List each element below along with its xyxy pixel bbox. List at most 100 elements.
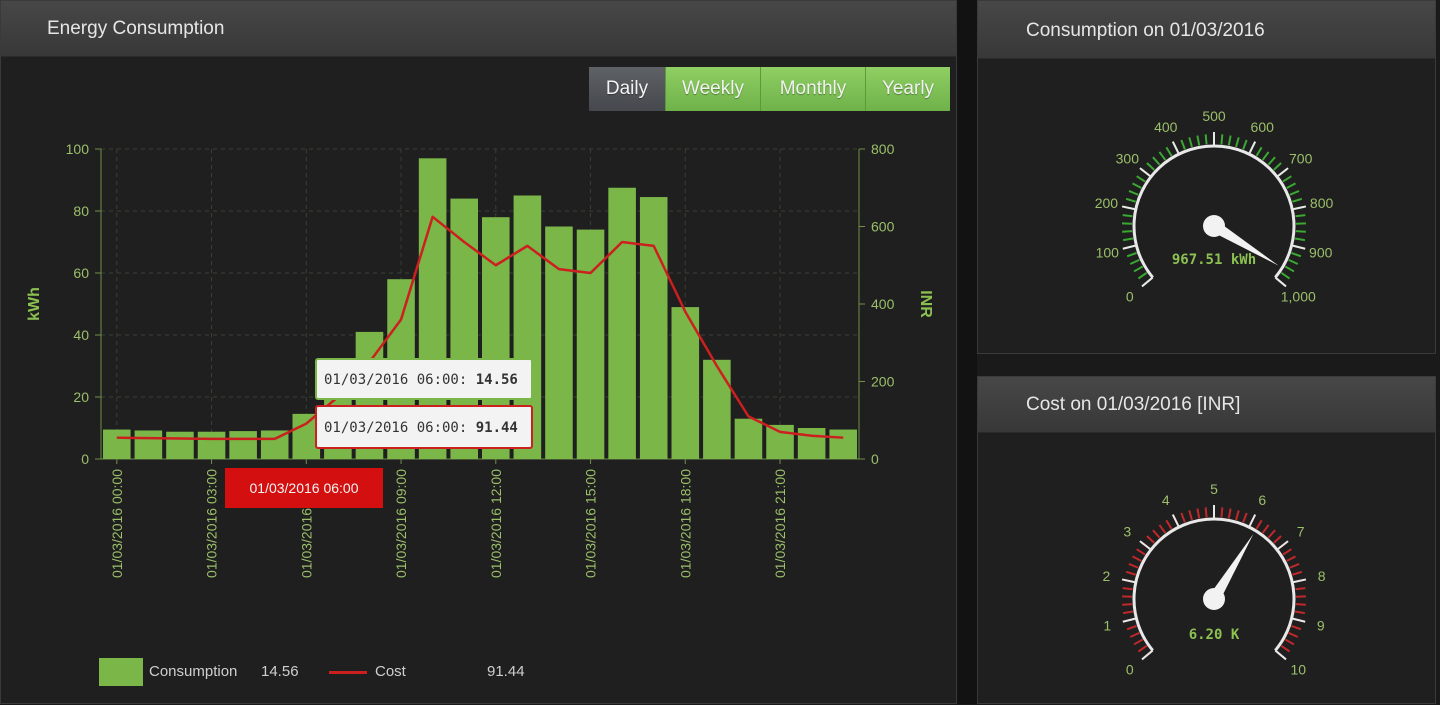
gauge-band-tick — [1256, 147, 1261, 156]
gauge-major-tick — [1140, 541, 1151, 550]
gauge-band-tick — [1189, 137, 1192, 147]
gauge-band-tick — [1206, 134, 1207, 144]
consumption-bar — [229, 431, 257, 459]
gauge-band-tick — [1287, 556, 1296, 561]
consumption-tooltip-text: 01/03/2016 06:00: 14.56 — [324, 372, 518, 388]
gauge-band-tick — [1153, 530, 1160, 537]
gauge-scale-label: 5 — [1210, 481, 1218, 497]
gauge-band-tick — [1295, 612, 1305, 614]
consumption-gauge: 01002003004005006007008009001,000967.51 … — [978, 1, 1437, 355]
gauge-band-tick — [1127, 626, 1136, 629]
gauge-scale-label: 6 — [1258, 492, 1266, 508]
consumption-bar — [829, 430, 857, 459]
gauge-band-tick — [1153, 157, 1160, 164]
gauge-scale-label: 0 — [1126, 662, 1134, 678]
tooltip-time: 01/03/2016 06:00: — [324, 372, 476, 388]
y-tick-label: 20 — [73, 389, 89, 405]
gauge-scale-label: 1 — [1103, 618, 1111, 634]
gauge-band-tick — [1127, 253, 1136, 256]
gauge-band-tick — [1189, 510, 1192, 520]
gauge-major-tick — [1142, 650, 1153, 659]
yearly-button[interactable]: Yearly — [865, 67, 950, 111]
gauge-band-tick — [1229, 509, 1231, 519]
cost-tooltip-text: 01/03/2016 06:00: 91.44 — [324, 420, 518, 436]
gauge-band-tick — [1274, 536, 1281, 543]
gauge-band-tick — [1137, 176, 1145, 181]
cost-gauge-panel: Cost on 01/03/2016 [INR] 0123456789106.2… — [977, 376, 1436, 704]
legend-cost-swatch[interactable] — [329, 671, 367, 674]
gauge-major-tick — [1275, 650, 1286, 659]
y-tick-label: 100 — [66, 141, 90, 157]
gauge-band-tick — [1263, 525, 1269, 533]
gauge-band-tick — [1291, 626, 1300, 629]
weekly-button[interactable]: Weekly — [665, 67, 760, 111]
daily-button[interactable]: Daily — [589, 67, 665, 111]
gauge-scale-label: 2 — [1103, 568, 1111, 584]
x-tick-label: 01/03/2016 12:00 — [488, 469, 504, 578]
gauge-major-tick — [1122, 206, 1136, 209]
x-tick-label: 01/03/2016 21:00 — [772, 469, 788, 578]
y2-tick-label: 200 — [871, 374, 895, 390]
gauge-scale-label: 200 — [1095, 195, 1119, 211]
gauge-band-tick — [1126, 572, 1136, 575]
y2-tick-label: 0 — [871, 451, 879, 467]
gauge-band-tick — [1181, 513, 1185, 522]
monthly-button[interactable]: Monthly — [760, 67, 865, 111]
legend-consumption-swatch[interactable] — [99, 658, 143, 686]
gauge-needle-hub — [1203, 588, 1225, 610]
gauge-band-tick — [1132, 556, 1141, 561]
gauge-band-tick — [1126, 199, 1136, 202]
y-tick-label: 60 — [73, 265, 89, 281]
legend-consumption-value: 14.56 — [261, 663, 299, 680]
gauge-band-tick — [1283, 549, 1291, 554]
x-tick-label: 01/03/2016 00:00 — [109, 469, 125, 578]
y2-tick-label: 800 — [871, 141, 895, 157]
consumption-bar — [640, 197, 668, 459]
gauge-band-tick — [1289, 260, 1298, 264]
gauge-band-tick — [1159, 525, 1165, 533]
gauge-band-tick — [1123, 612, 1133, 614]
gauge-band-tick — [1285, 640, 1294, 645]
gauge-scale-label: 800 — [1310, 195, 1334, 211]
gauge-band-tick — [1296, 231, 1306, 232]
gauge-band-tick — [1268, 157, 1275, 164]
gauge-band-tick — [1243, 140, 1247, 149]
cost-gauge: 0123456789106.20 K — [978, 377, 1437, 705]
tooltip-value: 14.56 — [476, 372, 518, 388]
energy-consumption-panel: Energy Consumption 020406080100020040060… — [0, 0, 957, 704]
gauge-major-tick — [1249, 142, 1255, 155]
gauge-band-tick — [1274, 163, 1281, 170]
y-tick-label: 80 — [73, 203, 89, 219]
gauge-band-tick — [1123, 588, 1133, 589]
legend-cost-label[interactable]: Cost — [375, 663, 406, 680]
consumption-bar — [703, 360, 731, 459]
gauge-band-tick — [1123, 215, 1133, 216]
gauge-band-tick — [1166, 520, 1171, 529]
consumption-bar — [166, 432, 194, 459]
gauge-band-tick — [1147, 163, 1154, 170]
gauge-band-tick — [1134, 267, 1143, 272]
gauge-band-tick — [1206, 507, 1207, 517]
gauge-band-tick — [1290, 191, 1299, 195]
gauge-band-tick — [1289, 633, 1298, 637]
gauge-scale-label: 0 — [1126, 289, 1134, 305]
gauge-band-tick — [1138, 273, 1146, 279]
legend-consumption-label[interactable]: Consumption — [149, 663, 237, 680]
gauge-scale-label: 10 — [1290, 662, 1306, 678]
gauge-band-tick — [1129, 564, 1138, 568]
gauge-major-tick — [1142, 277, 1153, 286]
x-tick-label: 01/03/2016 15:00 — [583, 469, 599, 578]
gauge-value-text: 967.51 kWh — [1172, 252, 1256, 268]
gauge-scale-label: 3 — [1123, 523, 1131, 539]
consumption-bar — [766, 425, 794, 459]
consumption-bar — [198, 432, 226, 459]
gauge-band-tick — [1285, 267, 1294, 272]
gauge-scale-label: 8 — [1318, 568, 1326, 584]
gauge-band-tick — [1129, 191, 1138, 195]
gauge-major-tick — [1123, 245, 1137, 248]
gauge-band-tick — [1122, 231, 1132, 232]
gauge-scale-label: 300 — [1116, 150, 1140, 166]
gauge-band-tick — [1256, 520, 1261, 529]
gauge-band-tick — [1290, 564, 1299, 568]
gauge-major-tick — [1292, 206, 1306, 209]
